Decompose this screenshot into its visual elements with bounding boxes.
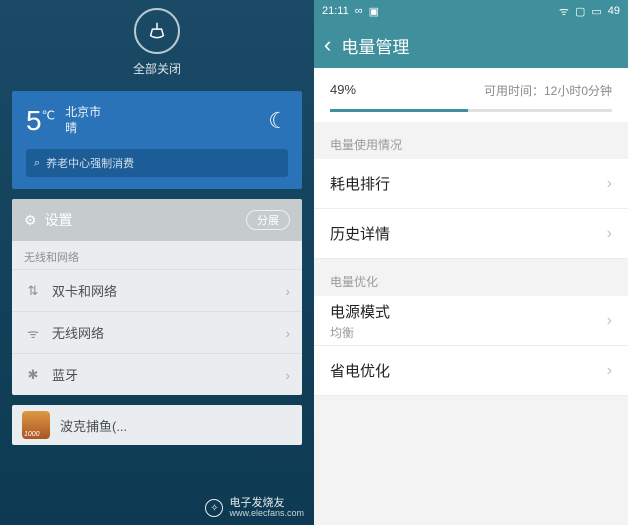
wifi-icon: ᯤ — [24, 324, 42, 342]
list-item-label: 双卡和网络 — [52, 281, 117, 300]
list-item-label: 蓝牙 — [52, 365, 78, 384]
wifi-status-icon: ᯤ — [559, 4, 569, 19]
search-input[interactable]: ⌕ 养老中心强制消费 — [26, 149, 288, 177]
settings-header: ⚙ 设置 分展 — [12, 199, 302, 241]
list-item-label: 无线网络 — [52, 323, 104, 342]
chevron-right-icon: › — [607, 312, 612, 330]
chevron-right-icon: › — [285, 367, 290, 383]
settings-title: 设置 — [45, 210, 73, 230]
item-power-mode[interactable]: 电源模式 均衡 › — [314, 296, 628, 346]
weather-row: 5℃ 北京市 晴 ☾ — [26, 105, 288, 137]
battery-percent-large: 49% — [330, 82, 356, 99]
battery-progress-fill — [330, 109, 468, 112]
search-placeholder: 养老中心强制消费 — [46, 155, 134, 171]
chevron-right-icon: › — [285, 283, 290, 299]
page-title: 电量管理 — [341, 33, 409, 58]
chevron-right-icon: › — [285, 325, 290, 341]
game-card[interactable]: 波克捕鱼(... — [12, 405, 302, 445]
item-label: 省电优化 — [330, 360, 390, 381]
battery-progress — [330, 109, 612, 112]
watermark-logo-icon: ✧ — [205, 499, 223, 517]
game-app-icon — [22, 411, 50, 439]
sim-icon: ⇅ — [24, 283, 42, 299]
item-label: 耗电排行 — [330, 173, 390, 194]
chevron-right-icon: › — [607, 175, 612, 193]
search-icon: ⌕ — [34, 157, 40, 170]
moon-icon: ☾ — [268, 108, 288, 134]
gear-icon: ⚙ — [24, 212, 37, 229]
item-history[interactable]: 历史详情 › — [314, 209, 628, 259]
app-bar: ‹ 电量管理 — [314, 22, 628, 68]
avail-label: 可用时间： — [484, 84, 544, 98]
watermark-url: www.elecfans.com — [229, 509, 304, 519]
weather-card[interactable]: 5℃ 北京市 晴 ☾ ⌕ 养老中心强制消费 — [12, 91, 302, 189]
infinity-icon: ∞ — [355, 5, 363, 18]
group-usage-label: 电量使用情况 — [314, 122, 628, 159]
chevron-right-icon: › — [607, 362, 612, 380]
close-all-label: 全部关闭 — [0, 60, 314, 77]
item-power-ranking[interactable]: 耗电排行 › — [314, 159, 628, 209]
temp-unit: ℃ — [42, 109, 55, 123]
available-time: 可用时间：12小时0分钟 — [484, 82, 612, 99]
city-name: 北京市 — [65, 105, 101, 121]
weather-condition: 晴 — [65, 121, 101, 137]
list-item-bluetooth[interactable]: ✱ 蓝牙 › — [12, 353, 302, 395]
chevron-right-icon: › — [607, 225, 612, 243]
clean-button[interactable] — [134, 8, 180, 54]
game-title: 波克捕鱼(... — [60, 416, 127, 435]
list-item-wifi[interactable]: ᯤ 无线网络 › — [12, 311, 302, 353]
item-label: 电源模式 — [330, 301, 390, 322]
watermark: ✧ 电子发烧友 www.elecfans.com — [205, 497, 304, 519]
status-time: 21:11 — [322, 5, 349, 18]
expand-pill[interactable]: 分展 — [246, 210, 290, 230]
back-button[interactable]: ‹ — [324, 32, 331, 58]
bluetooth-icon: ✱ — [24, 367, 42, 383]
rotate-lock-icon: ▢ — [575, 5, 585, 18]
item-sublabel: 均衡 — [330, 324, 390, 341]
brush-icon — [146, 20, 168, 42]
temp-value: 5 — [26, 105, 42, 136]
avail-value: 12小时0分钟 — [544, 84, 612, 98]
battery-summary: 49% 可用时间：12小时0分钟 — [314, 68, 628, 122]
settings-card[interactable]: ⚙ 设置 分展 无线和网络 ⇅ 双卡和网络 › ᯤ 无线网络 › ✱ 蓝牙 › — [12, 199, 302, 395]
list-item-sim[interactable]: ⇅ 双卡和网络 › — [12, 269, 302, 311]
temperature: 5℃ — [26, 105, 55, 137]
battery-icon: ▭ — [591, 5, 601, 18]
status-bar: 21:11 ∞ ▣ ᯤ ▢ ▭ 49 — [314, 0, 628, 22]
left-phone-recents: 全部关闭 5℃ 北京市 晴 ☾ ⌕ 养老中心强制消费 ⚙ 设置 分展 无线和网络… — [0, 0, 314, 525]
right-phone-battery: 21:11 ∞ ▣ ᯤ ▢ ▭ 49 ‹ 电量管理 49% 可用时间：12小时0… — [314, 0, 628, 525]
city-block: 北京市 晴 — [65, 105, 101, 136]
battery-percent: 49 — [608, 5, 620, 17]
gallery-icon: ▣ — [369, 5, 379, 18]
section-wireless-label: 无线和网络 — [12, 241, 302, 269]
group-optimize-label: 电量优化 — [314, 259, 628, 296]
item-power-save[interactable]: 省电优化 › — [314, 346, 628, 396]
item-label: 历史详情 — [330, 223, 390, 244]
